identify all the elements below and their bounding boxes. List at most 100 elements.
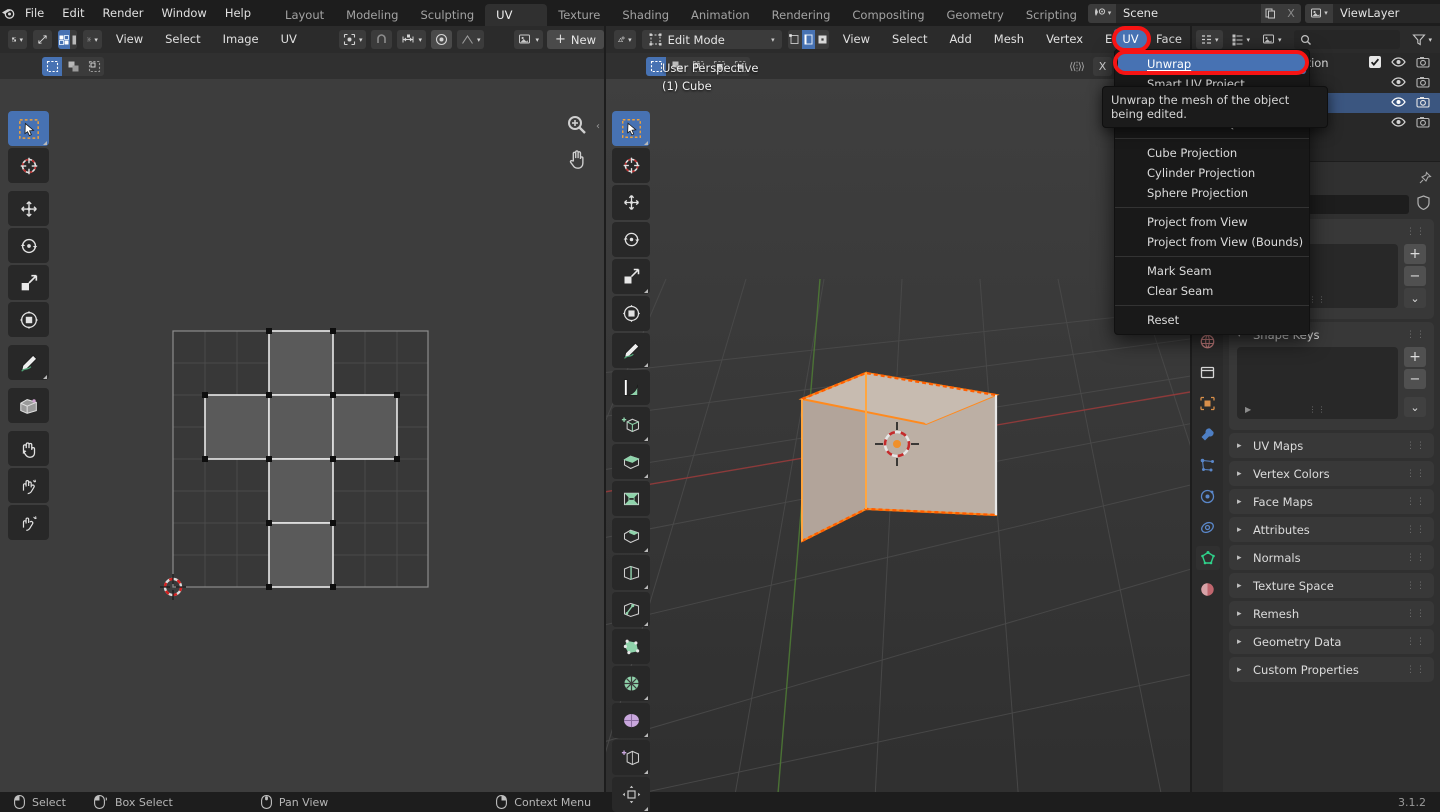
list-grip-icon[interactable]: ⋮⋮ bbox=[1309, 405, 1327, 414]
new-scene-button[interactable] bbox=[1260, 3, 1281, 23]
camera-render-icon[interactable] bbox=[1416, 56, 1430, 71]
vertex-group-specials-button[interactable]: ⌄ bbox=[1404, 288, 1426, 308]
panel-header[interactable]: ▸ Normals ⋮⋮ bbox=[1229, 545, 1434, 570]
panel-geometry-data[interactable]: ▸ Geometry Data ⋮⋮ bbox=[1229, 629, 1434, 654]
panel-header[interactable]: ▸ Face Maps ⋮⋮ bbox=[1229, 489, 1434, 514]
vtool-smooth[interactable] bbox=[612, 703, 650, 738]
extend-tool-option[interactable] bbox=[63, 56, 83, 76]
eye-icon[interactable] bbox=[1391, 116, 1406, 131]
panel-grip-icon[interactable]: ⋮⋮ bbox=[1406, 553, 1426, 563]
panel-header[interactable]: ▸ Remesh ⋮⋮ bbox=[1229, 601, 1434, 626]
menu-file[interactable]: File bbox=[16, 0, 53, 26]
outliner-search-input[interactable] bbox=[1293, 30, 1401, 49]
menu-render[interactable]: Render bbox=[94, 0, 153, 26]
subtract-tool-option[interactable] bbox=[84, 56, 104, 76]
panel-grip-icon[interactable]: ⋮⋮ bbox=[1406, 665, 1426, 675]
menu-item-sphere-projection[interactable]: Sphere Projection bbox=[1115, 183, 1309, 203]
scene-name[interactable]: Scene bbox=[1115, 3, 1261, 23]
menu-item-reset[interactable]: Reset bbox=[1115, 310, 1309, 330]
tab-material-icon[interactable] bbox=[1196, 577, 1220, 601]
vtool-knife[interactable] bbox=[612, 592, 650, 627]
mesh-select-vertex[interactable] bbox=[787, 30, 801, 49]
uv-proportional-edit-icon[interactable] bbox=[430, 30, 452, 49]
uv-zoom-icon[interactable] bbox=[566, 114, 588, 139]
vtool-cursor[interactable] bbox=[612, 148, 650, 183]
panel-grip-icon[interactable]: ⋮⋮ bbox=[1406, 330, 1426, 340]
workspace-tab-scripting[interactable]: Scripting bbox=[1015, 4, 1088, 26]
uv-canvas[interactable] bbox=[0, 79, 604, 812]
vtool-transform[interactable] bbox=[612, 296, 650, 331]
viewport-menu-vertex[interactable]: Vertex bbox=[1038, 26, 1091, 53]
panel-face-maps[interactable]: ▸ Face Maps ⋮⋮ bbox=[1229, 489, 1434, 514]
remove-vertex-group-button[interactable]: − bbox=[1404, 266, 1426, 286]
panel-grip-icon[interactable]: ⋮⋮ bbox=[1406, 469, 1426, 479]
tweak-tool-option[interactable] bbox=[42, 56, 62, 76]
workspace-tab-compositing[interactable]: Compositing bbox=[841, 4, 935, 26]
vtool-poly-build[interactable] bbox=[612, 629, 650, 664]
tool-transform[interactable] bbox=[8, 302, 49, 337]
menu-edit[interactable]: Edit bbox=[53, 0, 93, 26]
uv-menu-uv[interactable]: UV bbox=[273, 26, 305, 53]
outliner-filter-icon[interactable]: ▾ bbox=[1408, 30, 1436, 49]
menu-item-project-from-view[interactable]: Project from View bbox=[1115, 212, 1309, 232]
menu-item-project-from-view-bounds[interactable]: Project from View (Bounds) bbox=[1115, 232, 1309, 252]
viewport-menu-select[interactable]: Select bbox=[884, 26, 935, 53]
vtool-loop-cut[interactable] bbox=[612, 555, 650, 590]
eye-icon[interactable] bbox=[1391, 56, 1406, 71]
remove-shape-key-button[interactable]: − bbox=[1404, 369, 1426, 389]
checkbox-icon[interactable] bbox=[1369, 55, 1381, 71]
panel-header[interactable]: ▸ Geometry Data ⋮⋮ bbox=[1229, 629, 1434, 654]
shape-key-specials-button[interactable]: ⌄ bbox=[1404, 397, 1426, 417]
list-grip-icon[interactable]: ⋮⋮ bbox=[1309, 295, 1327, 304]
tool-annotate[interactable] bbox=[8, 345, 49, 380]
menu-window[interactable]: Window bbox=[152, 0, 215, 26]
menu-item-unwrap[interactable]: Unwrap bbox=[1118, 54, 1306, 74]
workspace-tab-modeling[interactable]: Modeling bbox=[335, 4, 409, 26]
mesh-select-edge[interactable] bbox=[801, 30, 815, 49]
shape-key-list[interactable]: ▶ ⋮⋮ bbox=[1237, 347, 1398, 419]
vtool-measure[interactable] bbox=[612, 370, 650, 405]
panel-grip-icon[interactable]: ⋮⋮ bbox=[1406, 441, 1426, 451]
uv-sync-selection-icon[interactable] bbox=[1065, 57, 1089, 76]
outliner-display-mode-icon[interactable]: ▾ bbox=[1227, 30, 1255, 49]
uv-display-mode-icon[interactable] bbox=[33, 30, 52, 49]
vtool-annotate[interactable] bbox=[612, 333, 650, 368]
eye-icon[interactable] bbox=[1391, 76, 1406, 91]
workspace-tab-texture-paint[interactable]: Texture Paint bbox=[547, 4, 611, 44]
scene-selector[interactable]: ▾ Scene X bbox=[1087, 3, 1301, 23]
panel-shape-keys[interactable]: ▾ Shape Keys ⋮⋮ ▶ ⋮⋮ + − ⌄ bbox=[1229, 322, 1434, 430]
editor-type-icon[interactable]: ▾ bbox=[8, 30, 27, 49]
panel-grip-icon[interactable]: ⋮⋮ bbox=[1406, 637, 1426, 647]
tool-rotate[interactable] bbox=[8, 228, 49, 263]
uv-pivot-point-icon[interactable]: ▾ bbox=[338, 30, 367, 49]
uv-select-edge[interactable] bbox=[71, 30, 77, 49]
blender-logo-icon[interactable] bbox=[0, 0, 16, 26]
panel-normals[interactable]: ▸ Normals ⋮⋮ bbox=[1229, 545, 1434, 570]
uv-sticky-mode-icon[interactable]: ▾ bbox=[82, 30, 102, 49]
camera-render-icon[interactable] bbox=[1416, 116, 1430, 131]
panel-uv-maps[interactable]: ▸ UV Maps ⋮⋮ bbox=[1229, 433, 1434, 458]
menu-item-cube-projection[interactable]: Cube Projection bbox=[1115, 143, 1309, 163]
panel-header[interactable]: ▸ Custom Properties ⋮⋮ bbox=[1229, 657, 1434, 682]
panel-grip-icon[interactable]: ⋮⋮ bbox=[1406, 497, 1426, 507]
viewlayer-name[interactable]: ViewLayer bbox=[1332, 3, 1440, 23]
vtool-rotate[interactable] bbox=[612, 222, 650, 257]
tool-scale[interactable] bbox=[8, 265, 49, 300]
viewport-menu-uv-button[interactable]: UV bbox=[1114, 29, 1147, 48]
new-image-button[interactable]: + New bbox=[547, 30, 604, 49]
tool-uv-relax[interactable] bbox=[8, 431, 49, 466]
panel-grip-icon[interactable]: ⋮⋮ bbox=[1406, 227, 1426, 237]
uv-menu-select[interactable]: Select bbox=[157, 26, 208, 53]
workspace-tab-sculpting[interactable]: Sculpting bbox=[409, 4, 485, 26]
interaction-mode-selector[interactable]: Edit Mode ▾ bbox=[641, 30, 782, 49]
camera-render-icon[interactable] bbox=[1416, 96, 1430, 111]
uv-pan-hand-icon[interactable] bbox=[566, 148, 588, 173]
tool-tweak[interactable] bbox=[8, 111, 49, 146]
vtool-inset-faces[interactable] bbox=[612, 481, 650, 516]
tab-particles-icon[interactable] bbox=[1196, 453, 1220, 477]
panel-grip-icon[interactable]: ⋮⋮ bbox=[1406, 581, 1426, 591]
outliner-editor-type-icon[interactable]: ▾ bbox=[1196, 30, 1223, 49]
workspace-tab-animation[interactable]: Animation bbox=[680, 4, 761, 26]
outliner-filter-type-icon[interactable]: ▾ bbox=[1258, 30, 1286, 49]
panel-vertex-colors[interactable]: ▸ Vertex Colors ⋮⋮ bbox=[1229, 461, 1434, 486]
